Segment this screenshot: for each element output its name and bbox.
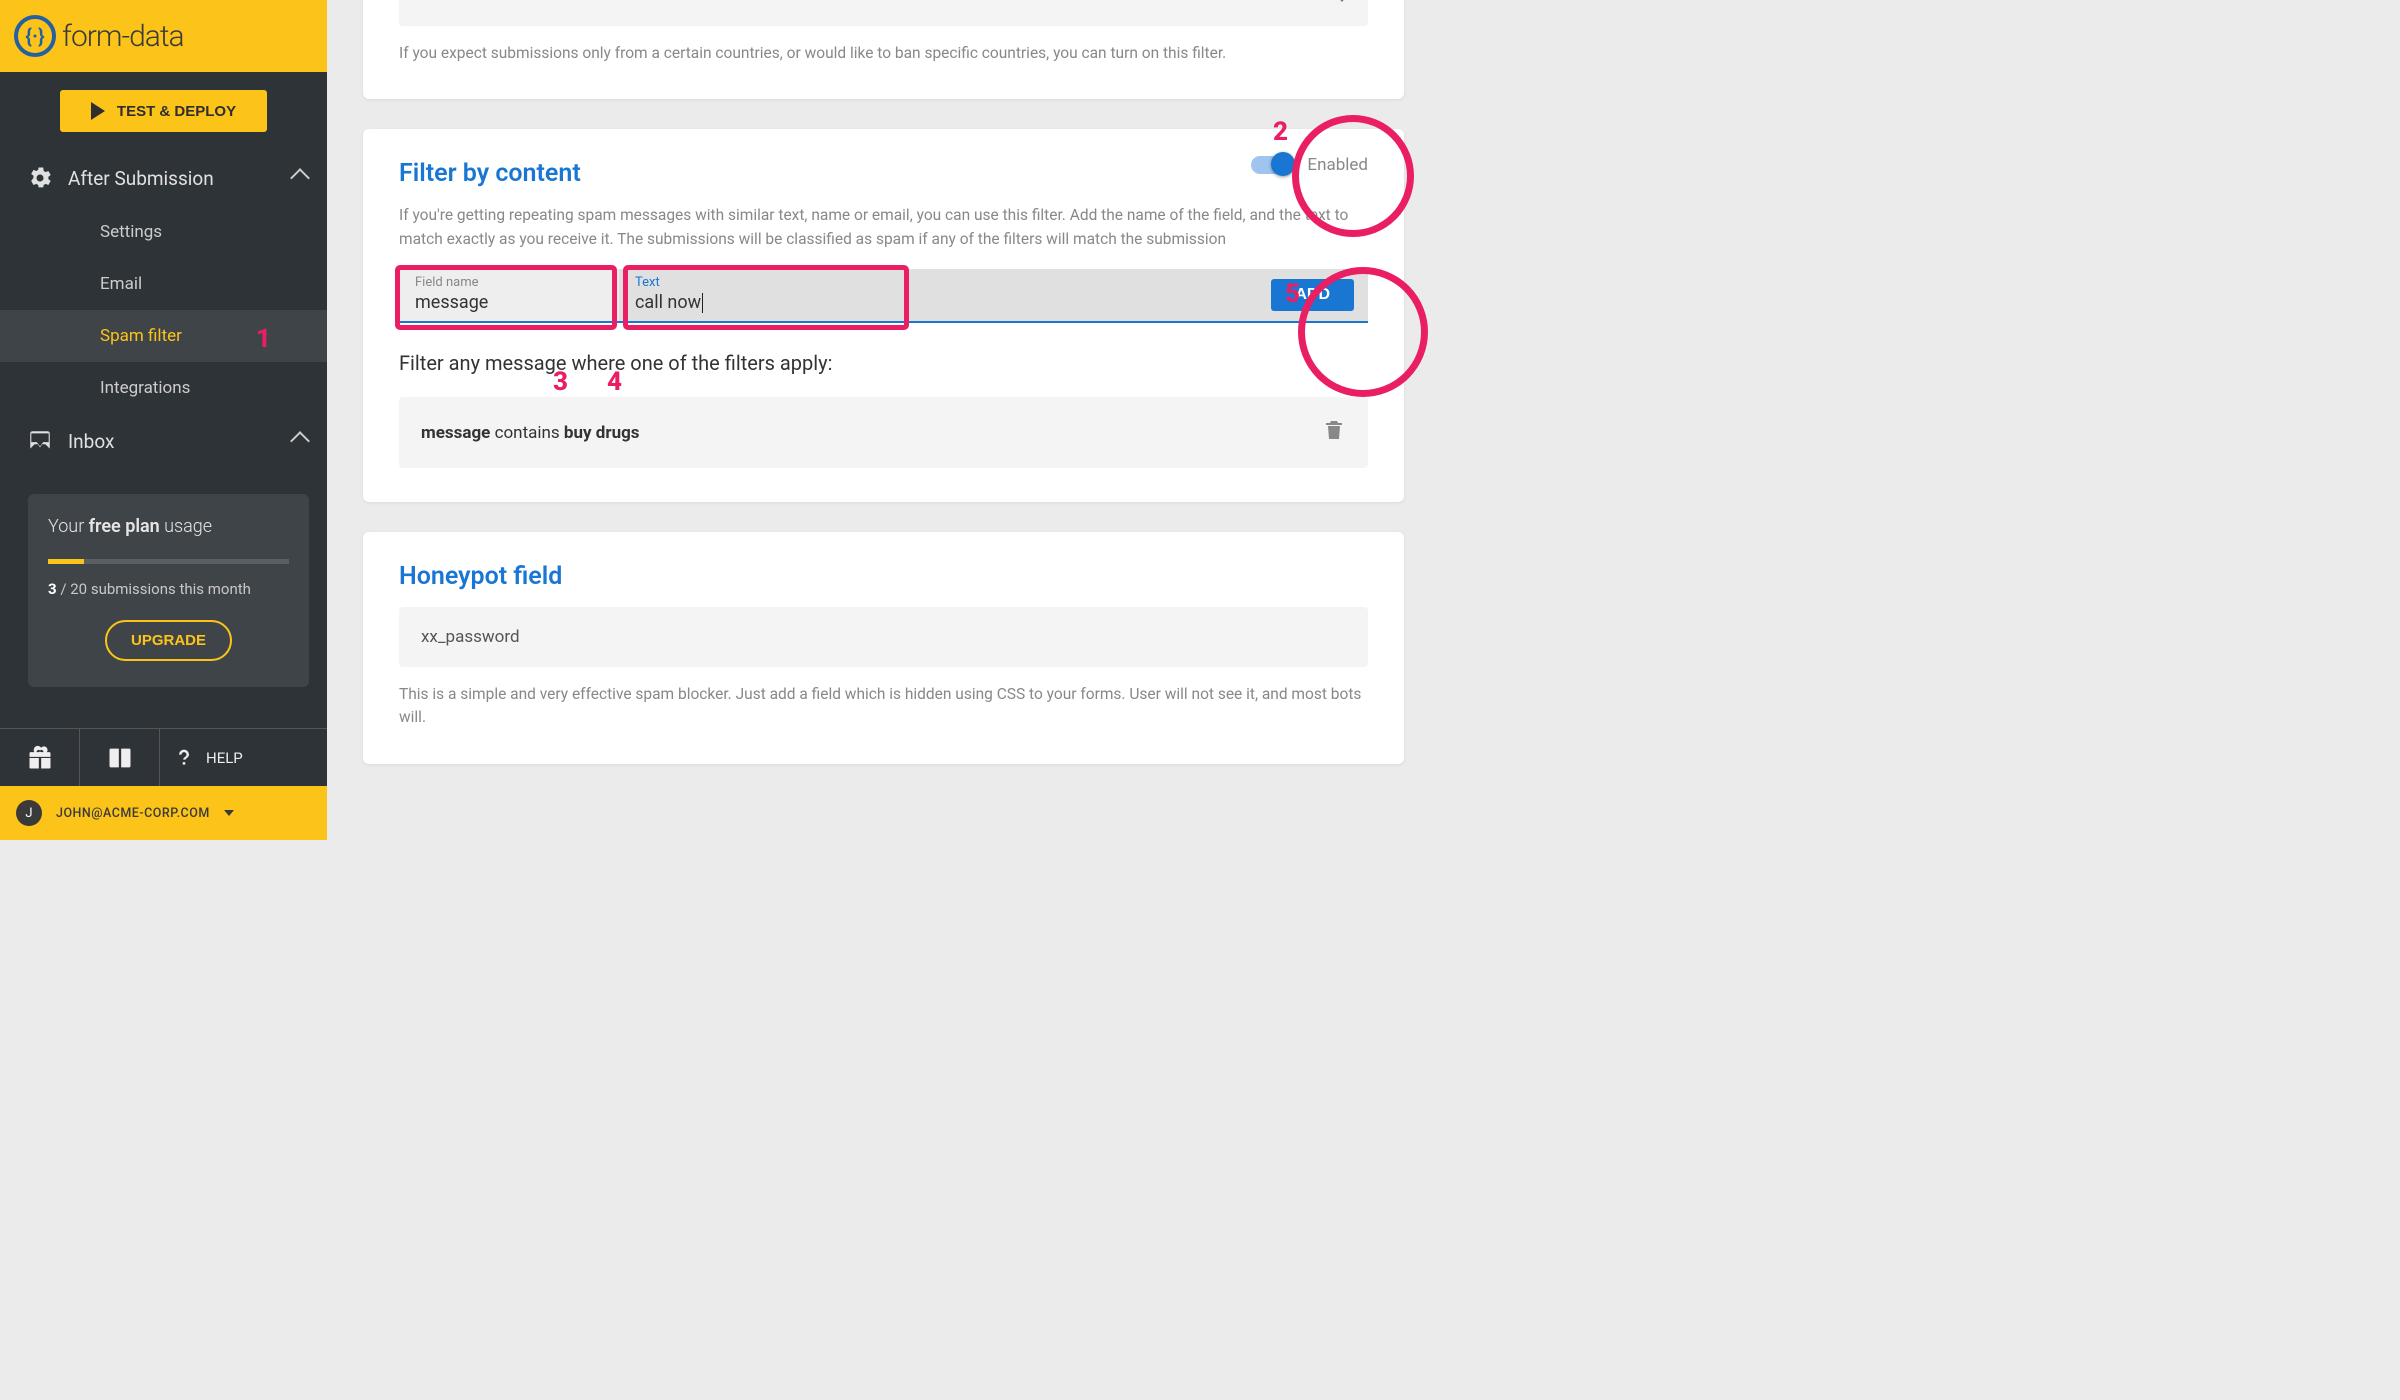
main-content: If you expect submissions only from a ce… xyxy=(327,0,1440,840)
annotation-2: 2 xyxy=(1273,117,1288,147)
plan-progress xyxy=(48,559,289,564)
logo-icon: {·} xyxy=(14,15,56,57)
add-button[interactable]: ADD xyxy=(1271,279,1354,311)
country-help: If you expect submissions only from a ce… xyxy=(399,42,1368,65)
plan-usage-box: Your free plan usage 3 / 20 submissions … xyxy=(28,494,309,687)
logo-bar: {·} form-data xyxy=(0,0,327,72)
honeypot-title: Honeypot field xyxy=(399,562,1368,591)
help-button[interactable]: HELP xyxy=(160,729,327,786)
avatar: J xyxy=(16,800,42,826)
country-dropdown[interactable] xyxy=(399,0,1368,26)
nav-after-submission[interactable]: After Submission xyxy=(0,150,327,206)
brand-text: form-data xyxy=(62,19,184,54)
content-help: If you're getting repeating spam message… xyxy=(399,204,1368,251)
sidebar-item-email[interactable]: Email xyxy=(0,258,327,310)
content-enable-toggle[interactable] xyxy=(1251,156,1293,174)
honeypot-help: This is a simple and very effective spam… xyxy=(399,683,1368,730)
filter-list-heading: Filter any message where one of the filt… xyxy=(399,351,1368,375)
plan-sub: 3 / 20 submissions this month xyxy=(48,580,289,598)
text-input[interactable]: Text call now xyxy=(619,269,899,321)
user-menu[interactable]: J JOHN@ACME-CORP.COM xyxy=(0,786,327,840)
docs-button[interactable] xyxy=(80,729,160,786)
user-email: JOHN@ACME-CORP.COM xyxy=(56,806,210,821)
honeypot-field-input[interactable]: xx_password xyxy=(399,607,1368,667)
content-filter-card: Filter by content Enabled If you're gett… xyxy=(363,129,1404,502)
plan-title: Your free plan usage xyxy=(48,516,289,537)
deploy-label: TEST & DEPLOY xyxy=(117,103,236,120)
delete-rule-button[interactable] xyxy=(1322,417,1346,448)
chevron-up-icon xyxy=(290,168,310,188)
honeypot-card: Honeypot field xx_password This is a sim… xyxy=(363,532,1404,764)
gift-button[interactable] xyxy=(0,729,80,786)
chevron-up-icon xyxy=(290,431,310,451)
country-filter-card: If you expect submissions only from a ce… xyxy=(363,0,1404,99)
bottom-toolbar: HELP xyxy=(0,728,327,786)
test-deploy-button[interactable]: TEST & DEPLOY xyxy=(60,90,267,132)
chevron-down-icon xyxy=(224,810,234,816)
toggle-label: Enabled xyxy=(1307,155,1368,175)
content-title: Filter by content xyxy=(399,159,1368,188)
logo[interactable]: {·} form-data xyxy=(14,15,184,57)
filter-rule: message contains buy drugs xyxy=(399,397,1368,468)
upgrade-button[interactable]: UPGRADE xyxy=(105,620,232,661)
sidebar-item-spam-filter[interactable]: Spam filter xyxy=(0,310,327,362)
field-name-input[interactable]: Field name message xyxy=(399,269,619,321)
chevron-down-icon xyxy=(1336,0,1348,2)
sidebar-item-settings[interactable]: Settings xyxy=(0,206,327,258)
play-icon xyxy=(91,102,105,120)
gear-icon xyxy=(20,164,60,192)
filter-input-row: Field name message Text call now ADD xyxy=(399,269,1368,323)
inbox-icon xyxy=(20,428,60,454)
sidebar-item-integrations[interactable]: Integrations xyxy=(0,362,327,414)
sidebar: {·} form-data TEST & DEPLOY After Submis… xyxy=(0,0,327,840)
nav-inbox[interactable]: Inbox xyxy=(0,414,327,468)
